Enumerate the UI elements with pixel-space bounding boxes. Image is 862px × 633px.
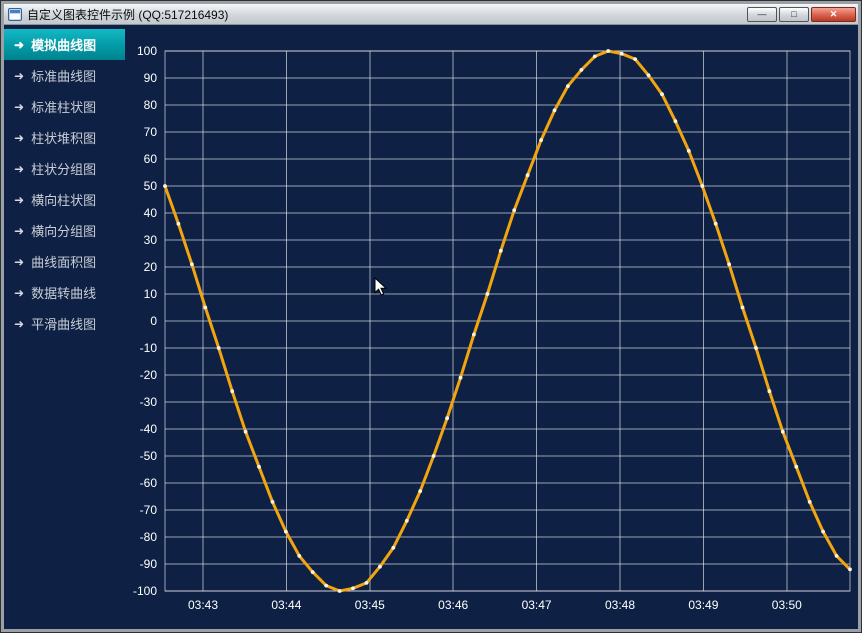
- axis-labels: 1009080706050403020100-10-20-30-40-50-60…: [133, 44, 802, 612]
- y-tick-label: 80: [144, 98, 158, 112]
- y-tick-label: -50: [140, 449, 158, 463]
- arrow-right-icon: ➜: [14, 192, 25, 207]
- sidebar-item-label: 模拟曲线图: [31, 38, 97, 53]
- arrow-right-icon: ➜: [14, 99, 25, 114]
- sidebar-item-8[interactable]: ➜ 曲线面积图: [4, 246, 125, 277]
- sidebar-item-7[interactable]: ➜ 横向分组图: [4, 215, 125, 246]
- y-tick-label: -90: [140, 557, 158, 571]
- app-window: 自定义图表控件示例 (QQ:517216493) — □ ✕ ➜ 模拟曲线图 ➜ 标准…: [0, 0, 862, 633]
- x-tick-label: 03:45: [355, 598, 385, 612]
- sidebar-item-label: 柱状分组图: [31, 162, 97, 177]
- y-tick-label: -60: [140, 476, 158, 490]
- y-tick-label: -10: [140, 341, 158, 355]
- y-tick-label: 0: [150, 314, 157, 328]
- sidebar-item-label: 标准柱状图: [31, 100, 97, 115]
- titlebar[interactable]: 自定义图表控件示例 (QQ:517216493) — □ ✕: [4, 4, 858, 25]
- y-tick-label: -40: [140, 422, 158, 436]
- arrow-right-icon: ➜: [14, 161, 25, 176]
- y-tick-label: 10: [144, 287, 158, 301]
- sidebar-item-1[interactable]: ➜ 模拟曲线图: [4, 29, 125, 60]
- arrow-right-icon: ➜: [14, 37, 25, 52]
- y-tick-label: 70: [144, 125, 158, 139]
- y-tick-label: -80: [140, 530, 158, 544]
- x-tick-label: 03:43: [188, 598, 218, 612]
- close-button[interactable]: ✕: [811, 6, 856, 22]
- sidebar-item-label: 横向分组图: [31, 224, 97, 239]
- arrow-right-icon: ➜: [14, 130, 25, 145]
- x-tick-label: 03:50: [772, 598, 802, 612]
- y-tick-label: -70: [140, 503, 158, 517]
- y-tick-label: 60: [144, 152, 158, 166]
- y-tick-label: 100: [137, 44, 157, 58]
- line-chart: 1009080706050403020100-10-20-30-40-50-60…: [133, 44, 852, 612]
- window-title: 自定义图表控件示例 (QQ:517216493): [27, 7, 229, 22]
- sidebar-item-label: 横向柱状图: [31, 193, 97, 208]
- sidebar-item-3[interactable]: ➜ 标准柱状图: [4, 91, 125, 122]
- sidebar: ➜ 模拟曲线图 ➜ 标准曲线图 ➜ 标准柱状图 ➜ 柱状堆积图 ➜ 柱状分组图 ➜ 横向柱状图 ➜ 横向分…: [4, 25, 125, 629]
- y-tick-label: 40: [144, 206, 158, 220]
- x-tick-label: 03:46: [438, 598, 468, 612]
- sidebar-item-4[interactable]: ➜ 柱状堆积图: [4, 122, 125, 153]
- sidebar-item-10[interactable]: ➜ 平滑曲线图: [4, 308, 125, 339]
- sidebar-item-2[interactable]: ➜ 标准曲线图: [4, 60, 125, 91]
- x-tick-label: 03:47: [522, 598, 552, 612]
- sidebar-item-label: 柱状堆积图: [31, 131, 97, 146]
- x-tick-label: 03:49: [688, 598, 718, 612]
- maximize-button[interactable]: □: [779, 6, 809, 22]
- sidebar-item-label: 数据转曲线: [31, 286, 97, 301]
- y-tick-label: -30: [140, 395, 158, 409]
- y-tick-label: -20: [140, 368, 158, 382]
- sidebar-item-9[interactable]: ➜ 数据转曲线: [4, 277, 125, 308]
- y-tick-label: -100: [133, 584, 157, 598]
- y-tick-label: 90: [144, 71, 158, 85]
- arrow-right-icon: ➜: [14, 68, 25, 83]
- arrow-right-icon: ➜: [14, 254, 25, 269]
- app-icon: [8, 7, 22, 21]
- window-controls: — □ ✕: [745, 6, 856, 22]
- y-tick-label: 30: [144, 233, 158, 247]
- sidebar-item-label: 标准曲线图: [31, 69, 97, 84]
- minimize-button[interactable]: —: [747, 6, 777, 22]
- sidebar-item-label: 平滑曲线图: [31, 317, 97, 332]
- sidebar-item-6[interactable]: ➜ 横向柱状图: [4, 184, 125, 215]
- arrow-right-icon: ➜: [14, 285, 25, 300]
- chart-area: 100 90 80 70 60 50 40 30 20 10 0 -10 -20 -30 -40 -50 -60…: [125, 25, 858, 629]
- sidebar-item-label: 曲线面积图: [31, 255, 97, 270]
- arrow-right-icon: ➜: [14, 223, 25, 238]
- main-content: ➜ 模拟曲线图 ➜ 标准曲线图 ➜ 标准柱状图 ➜ 柱状堆积图 ➜ 柱状分组图 ➜ 横向柱状图 ➜ 横向分…: [4, 25, 858, 629]
- sidebar-item-5[interactable]: ➜ 柱状分组图: [4, 153, 125, 184]
- arrow-right-icon: ➜: [14, 316, 25, 331]
- y-tick-label: 50: [144, 179, 158, 193]
- x-tick-label: 03:44: [271, 598, 301, 612]
- y-tick-label: 20: [144, 260, 158, 274]
- x-tick-label: 03:48: [605, 598, 635, 612]
